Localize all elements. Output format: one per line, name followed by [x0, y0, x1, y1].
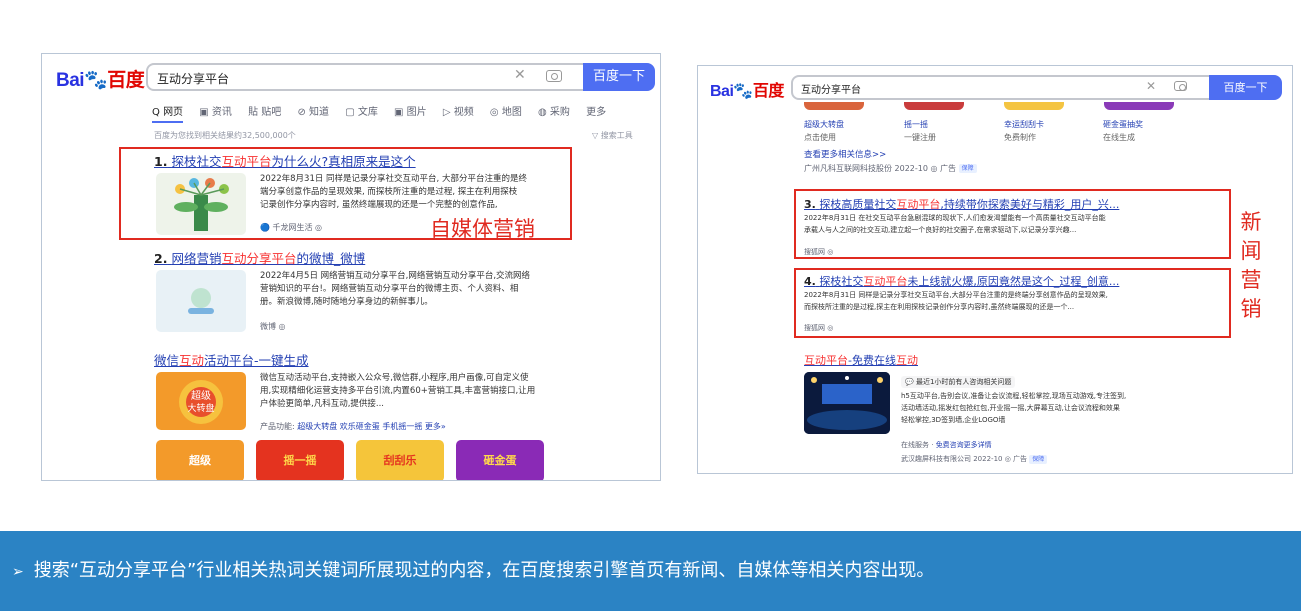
- tab-web[interactable]: Q 网页: [152, 107, 184, 123]
- result-2-title[interactable]: 2. 网络营销互动分享平台的微博_微博: [154, 248, 365, 267]
- feature-thumb-egg[interactable]: 砸金蛋: [456, 440, 544, 480]
- search-value: 互动分享平台: [157, 72, 230, 86]
- verified-badge: 保障: [958, 164, 977, 173]
- result-count: 百度为您找到相关结果约32,500,000个: [154, 131, 296, 140]
- paw-icon: 🐾: [84, 70, 108, 91]
- verified-badge: 保障: [1029, 454, 1048, 464]
- left-screenshot: Bai🐾百度 互动分享平台 ✕ 百度一下 Q 网页 ▣ 资讯 貼 贴吧 ⊘ 知道…: [41, 53, 661, 481]
- tab-more[interactable]: 更多: [586, 107, 606, 118]
- ad-icon-sub: 一键注册: [904, 133, 936, 142]
- ad-icon-sub: 免费制作: [1004, 133, 1036, 142]
- tab-wenku[interactable]: ▢ 文库: [345, 107, 378, 118]
- result-5-service: 在线服务 · 免费咨询更多详情: [901, 441, 992, 449]
- label-news-marketing: 新闻营销: [1240, 210, 1262, 321]
- result-3-features: 产品功能: 超级大转盘 欢乐砸金蛋 手机摇一摇 更多»: [260, 422, 446, 431]
- ad-icon-label[interactable]: 砸金蛋抽奖: [1103, 119, 1143, 130]
- search-button[interactable]: 百度一下: [1209, 75, 1282, 100]
- result-5-company: 武汉趣屏科技有限公司 2022-10 ◎ 广告 保障: [901, 454, 1048, 464]
- result-3-thumbnail: 超级 大转盘: [156, 372, 246, 430]
- right-screenshot: Bai🐾百度 互动分享平台 ✕ 百度一下 超级大转盘 摇一摇 幸运刮刮卡 砸金蛋…: [697, 65, 1293, 474]
- search-value: 互动分享平台: [801, 85, 861, 96]
- ad-icon-label[interactable]: 幸运刮刮卡: [1004, 119, 1044, 130]
- result-5-thumbnail: [804, 372, 890, 434]
- camera-icon[interactable]: [1174, 81, 1187, 91]
- feature-thumb-scratch[interactable]: 刮刮乐: [356, 440, 444, 480]
- weibo-avatar-illustration: [188, 288, 214, 314]
- highlight-box-news-2: [794, 268, 1231, 338]
- result-2-source[interactable]: 微博 ◎: [260, 321, 286, 332]
- result-5-recent: 💬 最近1小时前有人咨询相关问题: [901, 376, 1016, 388]
- more-info-link[interactable]: 查看更多相关信息>>: [804, 148, 886, 160]
- ad-icon-sub: 点击使用: [804, 133, 836, 142]
- feature-link[interactable]: 超级大转盘: [297, 422, 337, 431]
- tabs-bar: Q 网页 ▣ 资讯 貼 贴吧 ⊘ 知道 ▢ 文库 ▣ 图片 ▷ 视频 ◎ 地图 …: [152, 103, 619, 123]
- bullet-icon: ➢: [12, 564, 24, 580]
- caption-bar: ➢ 搜索“互动分享平台”行业相关热词关键词所展现过的内容，在百度搜索引擎首页有新闻…: [0, 531, 1301, 611]
- thumb-text-wheel: 大转盘: [187, 402, 214, 414]
- result-3-snippet: 微信互动活动平台,支持嵌入公众号,微信群,小程序,用户画像,可自定义使 用,实现精…: [260, 373, 536, 409]
- stage-event-photo: [804, 372, 890, 434]
- result-5-title[interactable]: 互动平台-免费在线互动: [804, 352, 918, 368]
- service-link[interactable]: 免费咨询更多详情: [936, 441, 992, 449]
- thumb-text-super: 超级: [191, 389, 211, 402]
- camera-icon[interactable]: [546, 70, 562, 82]
- ad-icon-strip: [804, 102, 1174, 112]
- ad-source: 广州凡科互联网科技股份 2022-10 ◎ 广告 保障: [804, 163, 977, 174]
- big-wheel-illustration: 超级 大转盘: [179, 380, 223, 424]
- baidu-logo[interactable]: Bai🐾百度: [710, 77, 784, 101]
- ad-icon-label[interactable]: 超级大转盘: [804, 119, 844, 130]
- caption-text: 搜索“互动分享平台”行业相关热词关键词所展现过的内容，在百度搜索引擎首页有新闻、…: [33, 560, 935, 581]
- tab-images[interactable]: ▣ 图片: [394, 107, 427, 118]
- feature-link[interactable]: 欢乐砸金蛋: [340, 422, 380, 431]
- result-2-snippet: 2022年4月5日 网络营销互动分享平台,网络营销互动分享平台,交流网络 营销知识…: [260, 271, 531, 307]
- label-self-media: 自媒体营销: [430, 217, 535, 241]
- feature-thumb-wheel[interactable]: 超级: [156, 440, 244, 480]
- logo-bai: Bai: [56, 70, 85, 91]
- search-tools[interactable]: ▽ 搜索工具: [592, 130, 633, 141]
- clear-icon[interactable]: ✕: [1146, 79, 1156, 93]
- logo-baidu: 百度: [107, 70, 145, 91]
- result-3-title[interactable]: 微信互动活动平台-一键生成: [154, 350, 309, 369]
- paw-icon: 🐾: [733, 83, 753, 100]
- feature-link[interactable]: 手机摇一摇: [382, 422, 422, 431]
- highlight-box-news-1: [794, 189, 1231, 259]
- result-5-snippet: h5互动平台,告别会议,准备让会议流程,轻松掌控,现场互动游戏,专注签到, 活动墙…: [901, 392, 1127, 424]
- logo-bai: Bai: [710, 83, 734, 100]
- feature-link[interactable]: 更多»: [425, 422, 446, 431]
- result-2-thumbnail: [156, 270, 246, 332]
- tab-map[interactable]: ◎ 地图: [490, 107, 522, 118]
- tab-purchase[interactable]: ◍ 采购: [538, 107, 570, 118]
- search-input[interactable]: 互动分享平台: [146, 63, 601, 91]
- ad-icon-sub: 在线生成: [1103, 133, 1135, 142]
- tab-news[interactable]: ▣ 资讯: [199, 107, 232, 118]
- tab-video[interactable]: ▷ 视频: [443, 107, 474, 118]
- feature-thumb-shake[interactable]: 摇一摇: [256, 440, 344, 480]
- ad-icon-label[interactable]: 摇一摇: [904, 119, 928, 130]
- clear-icon[interactable]: ✕: [514, 67, 526, 83]
- tab-zhidao[interactable]: ⊘ 知道: [297, 107, 329, 118]
- baidu-logo[interactable]: Bai🐾百度: [56, 65, 145, 92]
- tab-tieba[interactable]: 貼 贴吧: [248, 107, 281, 118]
- logo-baidu: 百度: [752, 83, 785, 100]
- search-button[interactable]: 百度一下: [583, 63, 655, 91]
